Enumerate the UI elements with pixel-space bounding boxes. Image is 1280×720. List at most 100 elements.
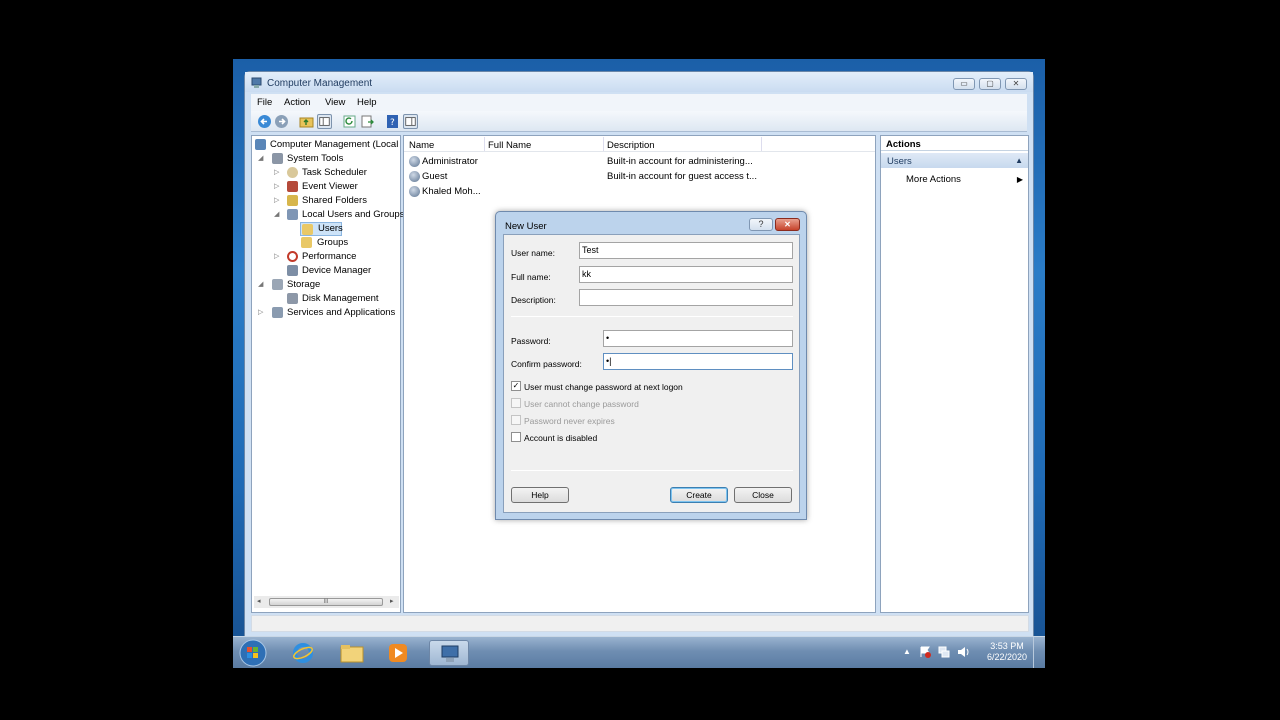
collapse-up-icon[interactable]: ▲ — [1015, 156, 1023, 165]
forward-arrow-icon[interactable] — [274, 114, 289, 129]
clock-icon — [287, 167, 298, 178]
more-actions-item[interactable]: More Actions ▶ — [881, 173, 1028, 187]
export-list-icon[interactable] — [360, 114, 375, 129]
tree-horizontal-scrollbar[interactable]: ◂ III ▸ — [254, 596, 399, 608]
services-icon — [272, 307, 283, 318]
refresh-icon[interactable] — [342, 114, 357, 129]
volume-icon[interactable] — [957, 646, 970, 658]
expanded-arrow-icon[interactable]: ◢ — [258, 154, 263, 162]
cannot-change-password-label[interactable]: User cannot change password — [524, 399, 639, 409]
computer-management-icon — [251, 77, 262, 88]
back-arrow-icon[interactable] — [257, 114, 272, 129]
users-group-icon — [287, 209, 298, 220]
start-orb-icon[interactable] — [238, 638, 268, 668]
toolbar: ? — [251, 111, 1027, 132]
show-desktop-button[interactable] — [1033, 637, 1045, 668]
maximize-button[interactable]: ▢ — [979, 78, 1001, 90]
scroll-left-arrow-icon[interactable]: ◂ — [257, 597, 261, 605]
collapsed-arrow-icon[interactable]: ▷ — [274, 168, 279, 176]
submenu-arrow-icon: ▶ — [1016, 175, 1023, 184]
close-button[interactable]: Close — [734, 487, 792, 503]
network-icon[interactable] — [938, 646, 950, 658]
column-divider — [603, 137, 604, 151]
column-name[interactable]: Name — [409, 140, 434, 151]
username-field[interactable]: Test — [579, 242, 793, 259]
menu-action[interactable]: Action — [284, 97, 310, 108]
internet-explorer-icon — [293, 643, 313, 663]
title-bar[interactable]: Computer Management ▭ ▢ ✕ — [245, 72, 1033, 92]
disk-management-icon — [287, 293, 298, 304]
console-tree-pane: Computer Management (Local ◢ System Tool… — [251, 135, 404, 613]
computer-icon — [255, 139, 266, 150]
scroll-right-arrow-icon[interactable]: ▸ — [390, 597, 394, 605]
username-label: User name: — [511, 248, 555, 258]
create-button[interactable]: Create — [670, 487, 728, 503]
tools-icon — [272, 153, 283, 164]
account-disabled-checkbox[interactable] — [511, 432, 521, 442]
table-row[interactable]: Guest Built-in account for guest access … — [404, 170, 875, 184]
collapsed-arrow-icon[interactable]: ▷ — [274, 182, 279, 190]
new-user-dialog: New User ? ✕ User name: Test Full name: … — [495, 211, 807, 520]
expanded-arrow-icon[interactable]: ◢ — [274, 210, 279, 218]
show-action-pane-icon[interactable] — [403, 114, 418, 129]
file-explorer-taskbar-button[interactable] — [332, 640, 372, 666]
separator — [511, 316, 793, 317]
collapsed-arrow-icon[interactable]: ▷ — [258, 308, 263, 316]
fullname-field[interactable]: kk — [579, 266, 793, 283]
window-title: Computer Management — [267, 78, 373, 89]
more-actions-label: More Actions — [906, 174, 961, 185]
scroll-thumb[interactable]: III — [269, 598, 383, 606]
folder-icon — [302, 224, 313, 235]
actions-section-label: Users — [887, 156, 912, 167]
minimize-button[interactable]: ▭ — [953, 78, 975, 90]
svg-text:?: ? — [390, 118, 395, 128]
help-button[interactable]: Help — [511, 487, 569, 503]
table-row[interactable]: Khaled Moh... — [404, 185, 875, 199]
menu-view[interactable]: View — [325, 97, 345, 108]
password-field[interactable]: • — [603, 330, 793, 347]
menu-file[interactable]: File — [257, 97, 272, 108]
dialog-title: New User — [505, 221, 547, 232]
media-player-taskbar-button[interactable] — [379, 640, 419, 666]
collapsed-arrow-icon[interactable]: ▷ — [274, 252, 279, 260]
expanded-arrow-icon[interactable]: ◢ — [258, 280, 263, 288]
confirm-password-field[interactable]: •| — [603, 353, 793, 370]
up-folder-icon[interactable] — [299, 114, 314, 129]
cannot-change-password-checkbox[interactable] — [511, 398, 521, 408]
actions-section-users[interactable]: Users ▲ — [881, 153, 1028, 168]
description-field[interactable] — [579, 289, 793, 306]
actions-header: Actions — [881, 136, 1028, 151]
password-never-expires-label[interactable]: Password never expires — [524, 416, 615, 426]
menu-help[interactable]: Help — [357, 97, 377, 108]
collapsed-arrow-icon[interactable]: ▷ — [274, 196, 279, 204]
help-icon[interactable]: ? — [385, 114, 400, 129]
folder-icon — [340, 645, 364, 663]
password-label: Password: — [511, 336, 551, 346]
action-center-flag-icon[interactable] — [919, 646, 931, 658]
column-divider — [484, 137, 485, 151]
tree-item-users[interactable]: Users — [300, 222, 343, 236]
show-hide-tree-icon[interactable] — [317, 114, 332, 129]
must-change-password-checkbox[interactable]: ✓ — [511, 381, 521, 391]
password-never-expires-checkbox[interactable] — [511, 415, 521, 425]
confirm-password-label: Confirm password: — [511, 359, 582, 369]
internet-explorer-taskbar-button[interactable] — [283, 640, 323, 666]
column-divider — [761, 137, 762, 151]
table-row[interactable]: Administrator Built-in account for admin… — [404, 155, 875, 169]
column-full-name[interactable]: Full Name — [488, 140, 531, 151]
device-manager-icon — [287, 265, 298, 276]
column-description[interactable]: Description — [607, 140, 655, 151]
computer-management-taskbar-button[interactable] — [429, 640, 469, 666]
user-icon — [409, 186, 420, 197]
must-change-password-label[interactable]: User must change password at next logon — [524, 382, 683, 392]
show-hidden-icons-arrow-icon[interactable]: ▲ — [903, 647, 911, 656]
menu-bar: File Action View Help — [251, 94, 1027, 111]
close-window-button[interactable]: ✕ — [1005, 78, 1027, 90]
system-clock[interactable]: 3:53 PM 6/22/2020 — [987, 641, 1027, 663]
status-bar — [251, 615, 1029, 632]
shared-folder-icon — [287, 195, 298, 206]
user-icon — [409, 171, 420, 182]
dialog-close-button[interactable]: ✕ — [775, 218, 800, 231]
dialog-help-button[interactable]: ? — [749, 218, 773, 231]
account-disabled-label[interactable]: Account is disabled — [524, 433, 597, 443]
